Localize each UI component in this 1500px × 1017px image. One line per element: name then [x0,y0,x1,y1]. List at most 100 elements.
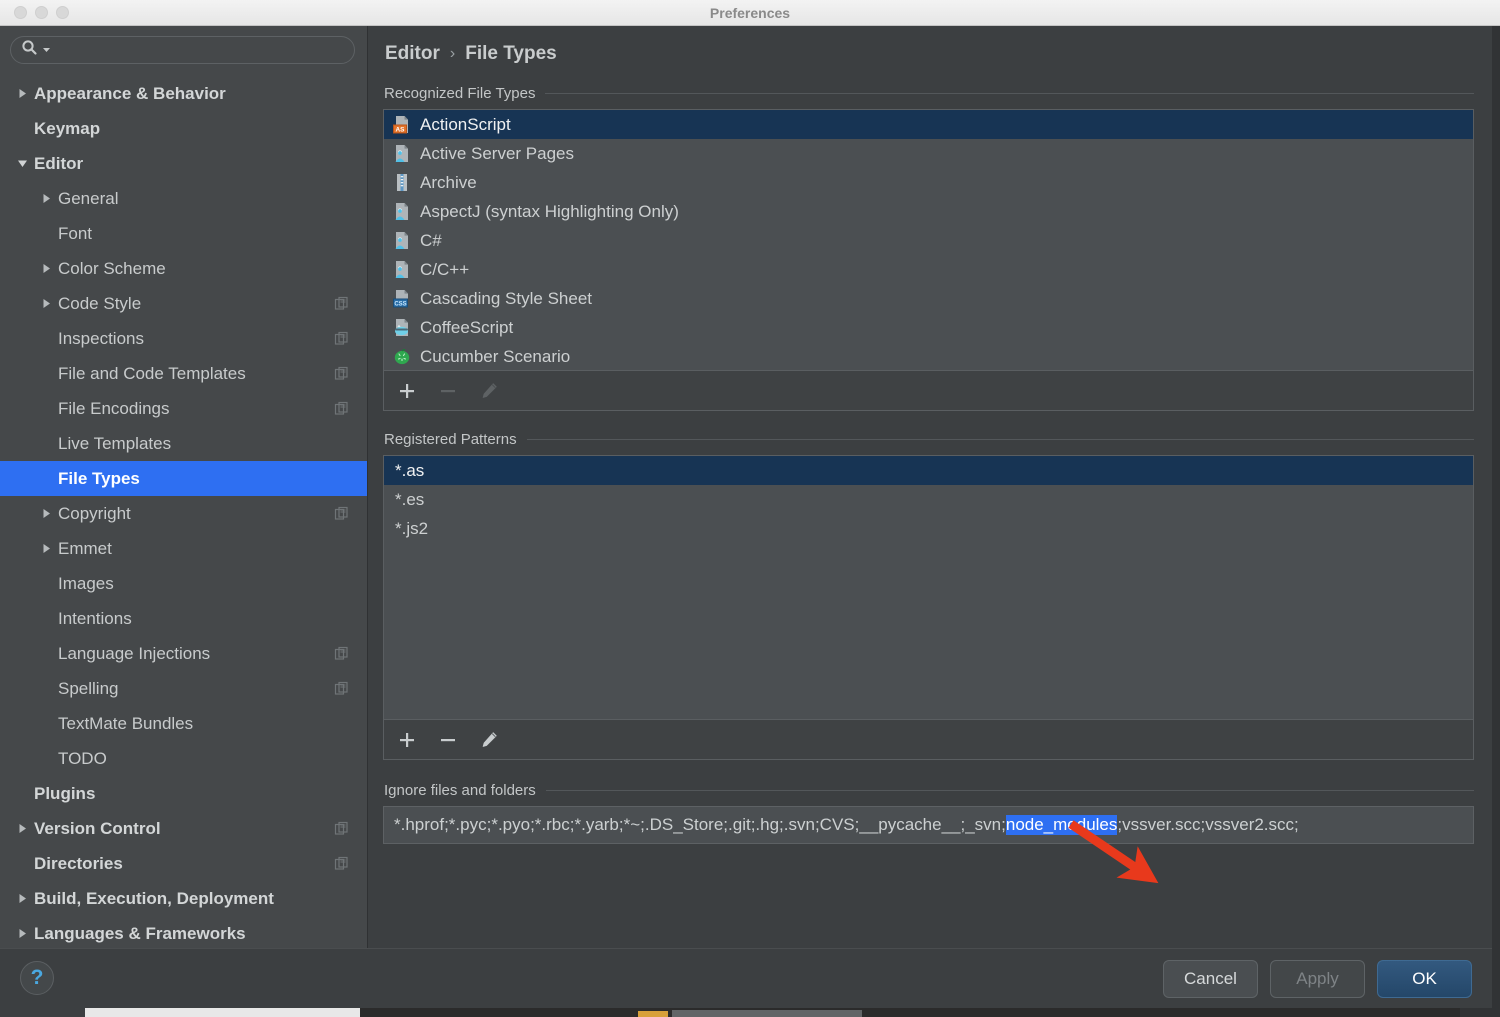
recognized-file-types-label: Recognized File Types [384,85,536,102]
chevron-right-icon[interactable] [38,541,54,557]
copy-settings-icon[interactable] [334,646,349,666]
sidebar-item-label: Inspections [58,328,144,348]
sidebar-item-language-injections[interactable]: Language Injections [0,636,367,671]
page-title: File Types [465,43,557,64]
sidebar-item-directories[interactable]: Directories [0,846,367,881]
sidebar-item-file-and-code-templates[interactable]: File and Code Templates [0,356,367,391]
file-type-row[interactable]: C# [384,226,1473,255]
sidebar-item-todo[interactable]: TODO [0,741,367,776]
cancel-button[interactable]: Cancel [1163,960,1258,998]
breadcrumb-parent[interactable]: Editor [385,43,440,65]
sidebar-item-live-templates[interactable]: Live Templates [0,426,367,461]
copy-settings-icon[interactable] [334,681,349,701]
chevron-right-icon[interactable] [38,261,54,277]
registered-patterns-header: Registered Patterns [383,431,1474,448]
window-title: Preferences [709,5,791,21]
sidebar-item-emmet[interactable]: Emmet [0,531,367,566]
sidebar-item-label: TODO [58,748,107,768]
pattern-label: *.js2 [395,518,429,538]
copy-settings-icon[interactable] [334,366,349,386]
sidebar-item-textmate-bundles[interactable]: TextMate Bundles [0,706,367,741]
file-type-row[interactable]: Active Server Pages [384,139,1473,168]
sidebar-item-keymap[interactable]: Keymap [0,111,367,146]
sidebar-search-wrap [0,26,367,72]
file-type-row[interactable]: AS ActionScript [384,110,1473,139]
sidebar-item-font[interactable]: Font [0,216,367,251]
registered-patterns-list[interactable]: *.as *.es *.js2 [383,455,1474,720]
sidebar-item-plugins[interactable]: Plugins [0,776,367,811]
generic-lang-icon [393,144,411,163]
chevron-right-icon[interactable] [14,926,30,942]
sidebar-item-label: Version Control [34,818,161,838]
sidebar-item-general[interactable]: General [0,181,367,216]
sidebar-item-inspections[interactable]: Inspections [0,321,367,356]
sidebar-item-images[interactable]: Images [0,566,367,601]
ok-button[interactable]: OK [1377,960,1472,998]
sidebar-item-copyright[interactable]: Copyright [0,496,367,531]
edit-file-type-button [478,380,500,402]
chevron-right-icon[interactable] [14,821,30,837]
pattern-row[interactable]: *.as [384,456,1473,485]
chevron-down-icon[interactable] [14,156,30,172]
css-file-icon: CSS [393,289,411,308]
sidebar-item-file-types[interactable]: File Types [0,461,367,496]
chevron-right-icon[interactable] [14,86,30,102]
file-type-row[interactable]: AspectJ (syntax Highlighting Only) [384,197,1473,226]
ignore-value-highlighted: node_modules [1005,815,1118,835]
ignore-files-input[interactable]: *.hprof;*.pyc;*.pyo;*.rbc;*.yarb;*~;.DS_… [383,806,1474,844]
search-field[interactable] [10,36,355,64]
sidebar-item-label: Spelling [58,678,119,698]
sidebar-item-version-control[interactable]: Version Control [0,811,367,846]
file-type-row[interactable]: CSS Cascading Style Sheet [384,284,1473,313]
sidebar-item-color-scheme[interactable]: Color Scheme [0,251,367,286]
search-input[interactable] [55,42,344,58]
sidebar-item-appearance-behavior[interactable]: Appearance & Behavior [0,76,367,111]
preferences-dialog: Appearance & Behavior Keymap Editor General… [0,26,1492,1008]
dialog-buttons: Cancel Apply OK [1163,960,1472,998]
search-dropdown-chevron-icon[interactable] [42,41,51,59]
pattern-label: *.as [395,460,425,480]
generic-lang-icon [393,231,411,250]
file-type-row[interactable]: Archive [384,168,1473,197]
add-pattern-button[interactable] [396,729,418,751]
pattern-row[interactable]: *.js2 [384,514,1473,543]
generic-lang-icon [393,260,411,279]
file-type-row[interactable]: Cucumber Scenario [384,342,1473,370]
recognized-file-types-toolbar [383,371,1474,411]
svg-text:AS: AS [396,127,406,134]
file-type-label: Active Server Pages [420,143,575,163]
file-type-row[interactable]: CoffeeScript [384,313,1473,342]
help-button[interactable]: ? [20,961,54,995]
sidebar-item-label: Copyright [58,503,131,523]
chevron-right-icon[interactable] [38,296,54,312]
chevron-right-icon[interactable] [38,506,54,522]
apply-button: Apply [1270,960,1365,998]
remove-pattern-button[interactable] [437,729,459,751]
recognized-file-types-list[interactable]: AS ActionScript Active Server Pages Archive… [383,109,1474,371]
pattern-row[interactable]: *.es [384,485,1473,514]
chevron-right-icon[interactable] [38,191,54,207]
add-file-type-button[interactable] [396,380,418,402]
sidebar-item-build-execution-deployment[interactable]: Build, Execution, Deployment [0,881,367,916]
copy-settings-icon[interactable] [334,401,349,421]
sidebar-item-label: Build, Execution, Deployment [34,888,274,908]
sidebar-item-label: Keymap [34,118,101,138]
copy-settings-icon[interactable] [334,506,349,526]
sidebar-item-label: File and Code Templates [58,363,246,383]
sidebar-item-languages-frameworks[interactable]: Languages & Frameworks [0,916,367,948]
copy-settings-icon[interactable] [334,821,349,841]
chevron-right-icon[interactable] [14,891,30,907]
sidebar-item-label: Language Injections [58,643,211,663]
sidebar-item-label: Images [58,573,114,593]
copy-settings-icon[interactable] [334,856,349,876]
copy-settings-icon[interactable] [334,296,349,316]
sidebar-item-file-encodings[interactable]: File Encodings [0,391,367,426]
pattern-label: *.es [395,489,425,509]
sidebar-item-spelling[interactable]: Spelling [0,671,367,706]
sidebar-item-intentions[interactable]: Intentions [0,601,367,636]
sidebar-item-code-style[interactable]: Code Style [0,286,367,321]
copy-settings-icon[interactable] [334,331,349,351]
edit-pattern-button[interactable] [478,729,500,751]
sidebar-item-editor[interactable]: Editor [0,146,367,181]
file-type-row[interactable]: C/C++ [384,255,1473,284]
